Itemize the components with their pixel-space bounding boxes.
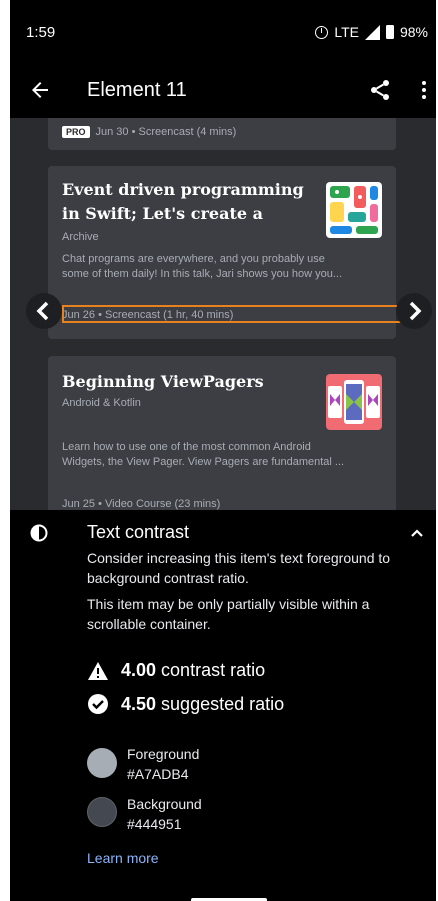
phone-screen: 1:59 LTE 98% Element 11 PRO Jun 30 • Scr… [10,0,436,901]
foreground-label: Foreground [127,746,200,762]
chevron-right-icon [409,301,422,321]
previous-issue-button[interactable] [26,293,62,329]
card-title-line1: Event driven programming [62,180,304,199]
card-desc-line1: Chat programs are everywhere, and you pr… [62,253,325,265]
card-desc-line2: Widgets, the View Pager. View Pagers are… [62,456,345,468]
card-category: Archive [62,231,99,243]
current-ratio-label: contrast ratio [161,660,266,680]
content-list[interactable]: PRO Jun 30 • Screencast (4 mins) Event dr… [10,118,436,510]
issue-highlight-box [62,305,407,323]
background-label: Background [127,796,202,812]
foreground-swatch [87,748,117,778]
card-desc-line2: some of them daily! In this talk, Jari s… [62,268,343,280]
chevron-up-icon[interactable] [408,524,426,542]
more-vert-icon[interactable] [416,78,432,102]
battery-level: 98% [399,24,428,40]
next-issue-button[interactable] [396,293,432,329]
pro-badge: PRO [62,126,90,138]
suggested-ratio-value: 4.50 [121,693,157,714]
card-category: Android & Kotlin [62,397,141,409]
visibility-note: This item may be only partially visible … [87,596,370,632]
back-arrow-icon[interactable] [28,78,52,102]
alarm-icon [315,25,329,39]
network-type: LTE [334,24,359,40]
accessibility-result-panel: Text contrast Consider increasing this i… [10,510,436,901]
card-meta: Jun 25 • Video Course (23 mins) [62,498,221,510]
course-card[interactable]: PRO Jun 30 • Screencast (4 mins) [48,118,396,150]
chat-app-thumbnail [326,182,382,238]
panel-title: Text contrast [87,522,190,542]
check-circle-icon [88,694,108,714]
share-icon[interactable] [368,78,392,102]
background-hex: #444951 [127,816,182,832]
status-time: 1:59 [26,24,56,41]
card-title-line2: in Swift; Let's create a [62,204,263,223]
status-bar: 1:59 LTE 98% [10,0,436,66]
warning-icon [88,661,108,680]
current-ratio-row: 4.00 contrast ratio [87,660,265,681]
learn-more-link[interactable]: Learn more [87,850,159,866]
chevron-left-icon [36,301,49,321]
card-desc-line1: Learn how to use one of the most common … [62,441,311,453]
suggested-ratio-row: 4.50 suggested ratio [87,693,284,715]
contrast-icon [30,524,48,542]
issue-description: Consider increasing this item's text for… [87,550,391,586]
background-swatch [87,797,117,827]
course-card[interactable]: Beginning ViewPagers Android & Kotlin Le… [48,356,396,510]
card-title-line1: Beginning ViewPagers [62,372,264,391]
signal-icon [364,24,380,40]
current-ratio-value: 4.00 [121,660,157,680]
battery-icon [385,25,394,39]
toolbar-title: Element 11 [87,79,187,101]
status-icons: LTE 98% [315,24,428,40]
app-toolbar: Element 11 [10,66,436,118]
card-meta: PRO Jun 30 • Screencast (4 mins) [62,126,236,138]
card-meta-text: Jun 30 • Screencast (4 mins) [95,126,237,138]
suggested-ratio-label: suggested ratio [161,693,285,714]
foreground-hex: #A7ADB4 [127,766,189,782]
viewpager-thumbnail [326,374,382,430]
